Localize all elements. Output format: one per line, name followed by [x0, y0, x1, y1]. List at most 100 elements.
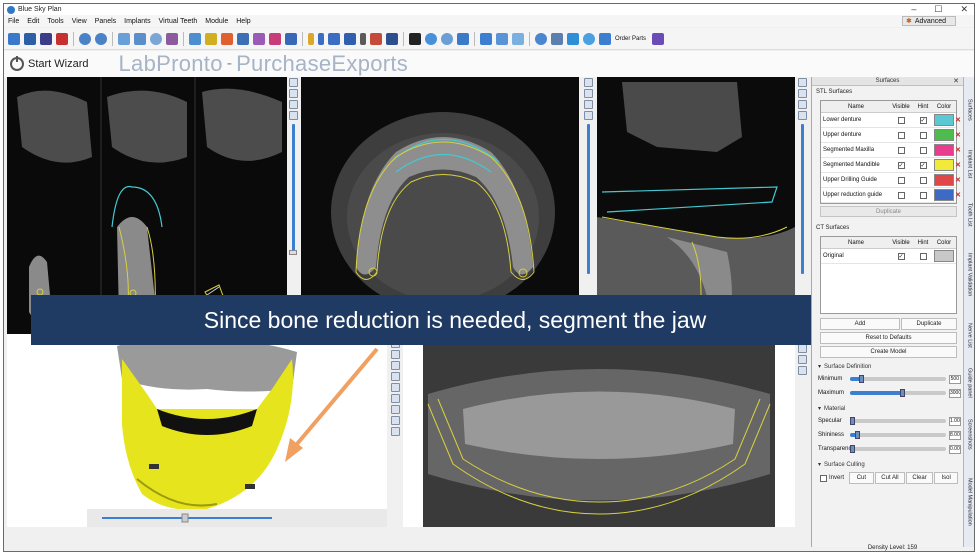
- delete-surface-icon[interactable]: ✕: [955, 116, 961, 124]
- rotate-icon[interactable]: [425, 32, 437, 45]
- menu-edit[interactable]: Edit: [23, 18, 43, 25]
- bone-icon[interactable]: [360, 32, 366, 45]
- tab-implant-validation[interactable]: Implant Validation: [964, 241, 974, 309]
- delete-surface-icon[interactable]: ✕: [955, 131, 961, 139]
- surface-definition-group[interactable]: ▾ Surface Definition: [812, 358, 963, 372]
- drill-icon[interactable]: [269, 32, 281, 45]
- add-button[interactable]: Add: [820, 318, 900, 330]
- menu-tools[interactable]: Tools: [43, 18, 67, 25]
- color-swatch[interactable]: [934, 250, 954, 262]
- create-model-button[interactable]: Create Model: [820, 346, 957, 358]
- 3d-face-icon[interactable]: [390, 361, 400, 370]
- slice-slider[interactable]: [291, 124, 295, 254]
- visible-checkbox[interactable]: [897, 116, 905, 124]
- color-swatch[interactable]: [934, 189, 954, 201]
- pan-icon[interactable]: [457, 32, 469, 45]
- tab-screenshots[interactable]: Screenshots: [964, 409, 974, 459]
- hint-checkbox[interactable]: [919, 176, 927, 184]
- tooth-icon[interactable]: [237, 32, 249, 45]
- axial-expand-icon[interactable]: [583, 111, 593, 120]
- maximum-value[interactable]: 3000: [949, 388, 961, 398]
- 3d-reset-icon[interactable]: [390, 427, 400, 436]
- minimum-slider-thumb[interactable]: [858, 375, 864, 383]
- refresh-icon[interactable]: [535, 32, 547, 45]
- menu-virtual-teeth[interactable]: Virtual Teeth: [155, 18, 202, 25]
- stl-row[interactable]: Upper denture ✕: [821, 128, 961, 143]
- clear-button[interactable]: Clear: [905, 472, 934, 484]
- minimum-slider[interactable]: [850, 375, 946, 383]
- visible-checkbox[interactable]: [897, 131, 905, 139]
- material-group[interactable]: ▾ Material: [812, 400, 963, 414]
- slice-slider-thumb[interactable]: [289, 250, 297, 255]
- 3d-light-icon[interactable]: [390, 416, 400, 425]
- pano-cursor-icon[interactable]: [797, 344, 807, 353]
- maximum-slider[interactable]: [850, 389, 946, 397]
- sagittal-pen-icon[interactable]: [797, 89, 807, 98]
- axial-orient-icon[interactable]: [583, 100, 593, 109]
- tab-model-manipulation[interactable]: Model Manipulation: [964, 463, 974, 541]
- menu-implants[interactable]: Implants: [120, 18, 154, 25]
- hint-checkbox[interactable]: [919, 131, 927, 139]
- panel-close-icon[interactable]: ✕: [953, 77, 959, 86]
- tab-guide-panel[interactable]: Guide panel: [964, 361, 974, 405]
- open-case-icon[interactable]: [8, 32, 20, 45]
- transparency-value[interactable]: 0.00: [949, 444, 961, 454]
- delete-surface-icon[interactable]: ✕: [955, 146, 961, 154]
- visible-checkbox[interactable]: [897, 176, 905, 184]
- menu-file[interactable]: File: [4, 18, 23, 25]
- specular-slider[interactable]: [850, 417, 946, 425]
- delete-surface-icon[interactable]: ✕: [955, 176, 961, 184]
- pano-expand-icon[interactable]: [797, 366, 807, 375]
- smile-icon[interactable]: [496, 32, 508, 45]
- menu-module[interactable]: Module: [201, 18, 232, 25]
- 3d-orient-icon[interactable]: [390, 383, 400, 392]
- invert-checkbox[interactable]: Invert: [818, 472, 848, 484]
- mountain-icon[interactable]: [166, 32, 178, 45]
- cut-button[interactable]: Cut: [848, 472, 875, 484]
- cut-all-button[interactable]: Cut All: [875, 472, 905, 484]
- delete-surface-icon[interactable]: ✕: [955, 191, 961, 199]
- minimize-button[interactable]: –: [911, 4, 916, 14]
- axial-view-icon[interactable]: [583, 89, 593, 98]
- color-swatch[interactable]: [934, 159, 954, 171]
- abutment-icon[interactable]: [308, 32, 314, 45]
- sagittal-expand-icon[interactable]: [797, 100, 807, 109]
- isolate-button[interactable]: Isol: [934, 472, 958, 484]
- hint-checkbox[interactable]: ✓: [919, 116, 927, 124]
- implant-icon[interactable]: [221, 32, 233, 45]
- order-parts-button[interactable]: Order Parts: [615, 36, 646, 42]
- 3d-move-icon[interactable]: [390, 372, 400, 381]
- menu-help[interactable]: Help: [232, 18, 254, 25]
- color-swatch[interactable]: [934, 114, 954, 126]
- color-swatch[interactable]: [934, 174, 954, 186]
- menu-panels[interactable]: Panels: [91, 18, 120, 25]
- stl-row[interactable]: Upper Drilling Guide ✕: [821, 173, 961, 188]
- start-wizard-button[interactable]: Start Wizard: [28, 58, 89, 70]
- undo-icon[interactable]: [79, 32, 91, 45]
- advanced-button[interactable]: ✱ Advanced: [902, 16, 956, 26]
- print-icon[interactable]: [386, 32, 398, 45]
- ruler-icon[interactable]: [253, 32, 265, 45]
- delete-surface-icon[interactable]: ✕: [955, 161, 961, 169]
- sleeve-icon[interactable]: [328, 32, 340, 45]
- transparency-slider-thumb[interactable]: [850, 445, 855, 453]
- tab-tooth-list[interactable]: Tooth List: [964, 193, 974, 237]
- 3d-viewport[interactable]: [7, 334, 387, 527]
- duplicate-button[interactable]: Duplicate: [901, 318, 957, 330]
- invert-checkbox-box[interactable]: [820, 474, 827, 482]
- 3d-grid-icon[interactable]: [390, 394, 400, 403]
- tab-nerve-list[interactable]: Nerve List: [964, 313, 974, 357]
- minimum-value[interactable]: 500: [949, 374, 961, 384]
- redo-icon[interactable]: [95, 32, 107, 45]
- panoramic-viewport[interactable]: [403, 334, 795, 527]
- labpronto-brand[interactable]: LabPronto: [119, 51, 223, 77]
- close-case-icon[interactable]: [56, 32, 68, 45]
- export-icon[interactable]: [551, 32, 563, 45]
- zoom-icon[interactable]: [150, 32, 162, 45]
- measure-icon[interactable]: [118, 32, 130, 45]
- arch-icon[interactable]: [480, 32, 492, 45]
- save-icon[interactable]: [40, 32, 52, 45]
- axial-slice-slider[interactable]: [586, 124, 590, 274]
- visible-checkbox[interactable]: [897, 146, 905, 154]
- pano-view-icon[interactable]: [797, 355, 807, 364]
